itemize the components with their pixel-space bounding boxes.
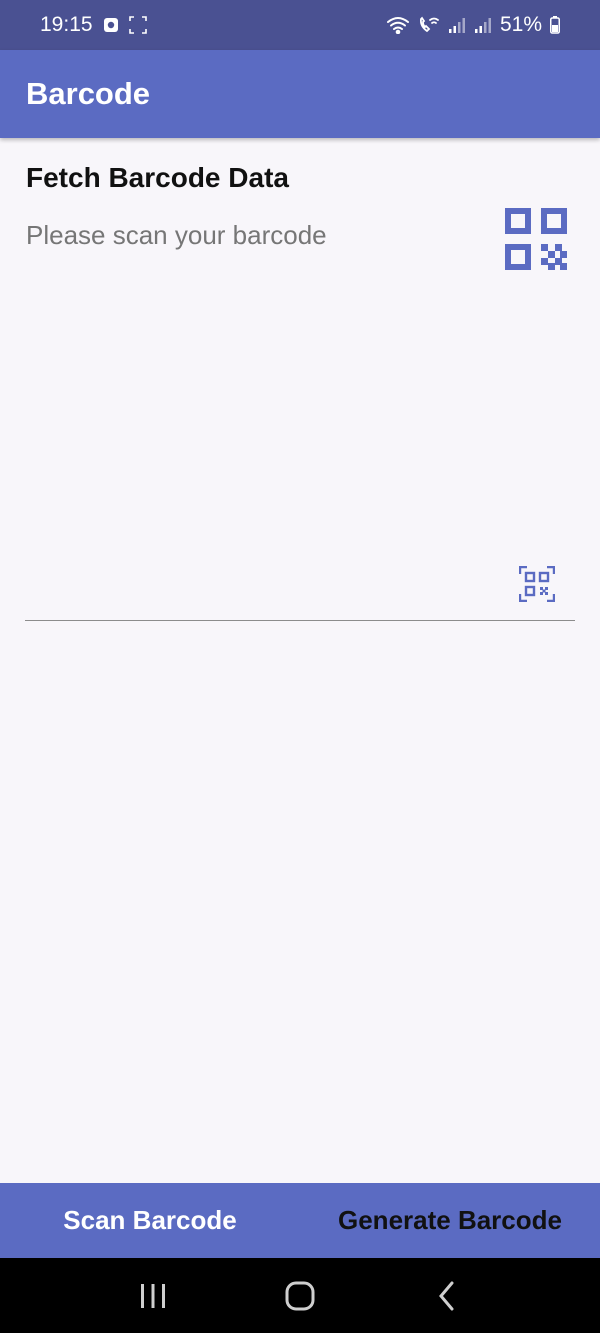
- screenshot-icon: [128, 16, 147, 34]
- signal-icon: [448, 16, 466, 34]
- app-bar: Barcode: [0, 50, 600, 138]
- status-right: 51%: [386, 13, 560, 37]
- battery-percentage: 51%: [499, 13, 542, 36]
- barcode-input-underline[interactable]: [25, 620, 575, 621]
- wifi-icon: [386, 16, 410, 34]
- home-icon[interactable]: [270, 1271, 330, 1321]
- scan-prompt: Please scan your barcode: [26, 220, 327, 250]
- status-left: 19:15: [40, 13, 386, 37]
- bottom-tab-bar: Scan Barcode Generate Barcode: [0, 1183, 600, 1258]
- wifi-call-icon: [418, 16, 440, 34]
- signal-icon: [474, 16, 492, 34]
- battery-icon: [550, 16, 560, 34]
- section-title: Fetch Barcode Data: [26, 162, 289, 193]
- qr-scan-icon[interactable]: [518, 565, 556, 603]
- system-nav-bar: [0, 1258, 600, 1333]
- status-bar: 19:15 51%: [0, 0, 600, 50]
- tab-scan-barcode[interactable]: Scan Barcode: [0, 1205, 300, 1236]
- tab-generate-barcode[interactable]: Generate Barcode: [300, 1205, 600, 1236]
- notification-icon: [103, 17, 119, 33]
- status-time: 19:15: [40, 13, 93, 36]
- qr-code-icon[interactable]: [505, 208, 567, 270]
- recent-apps-icon[interactable]: [123, 1271, 183, 1321]
- app-title: Barcode: [26, 76, 151, 111]
- back-icon[interactable]: [417, 1271, 477, 1321]
